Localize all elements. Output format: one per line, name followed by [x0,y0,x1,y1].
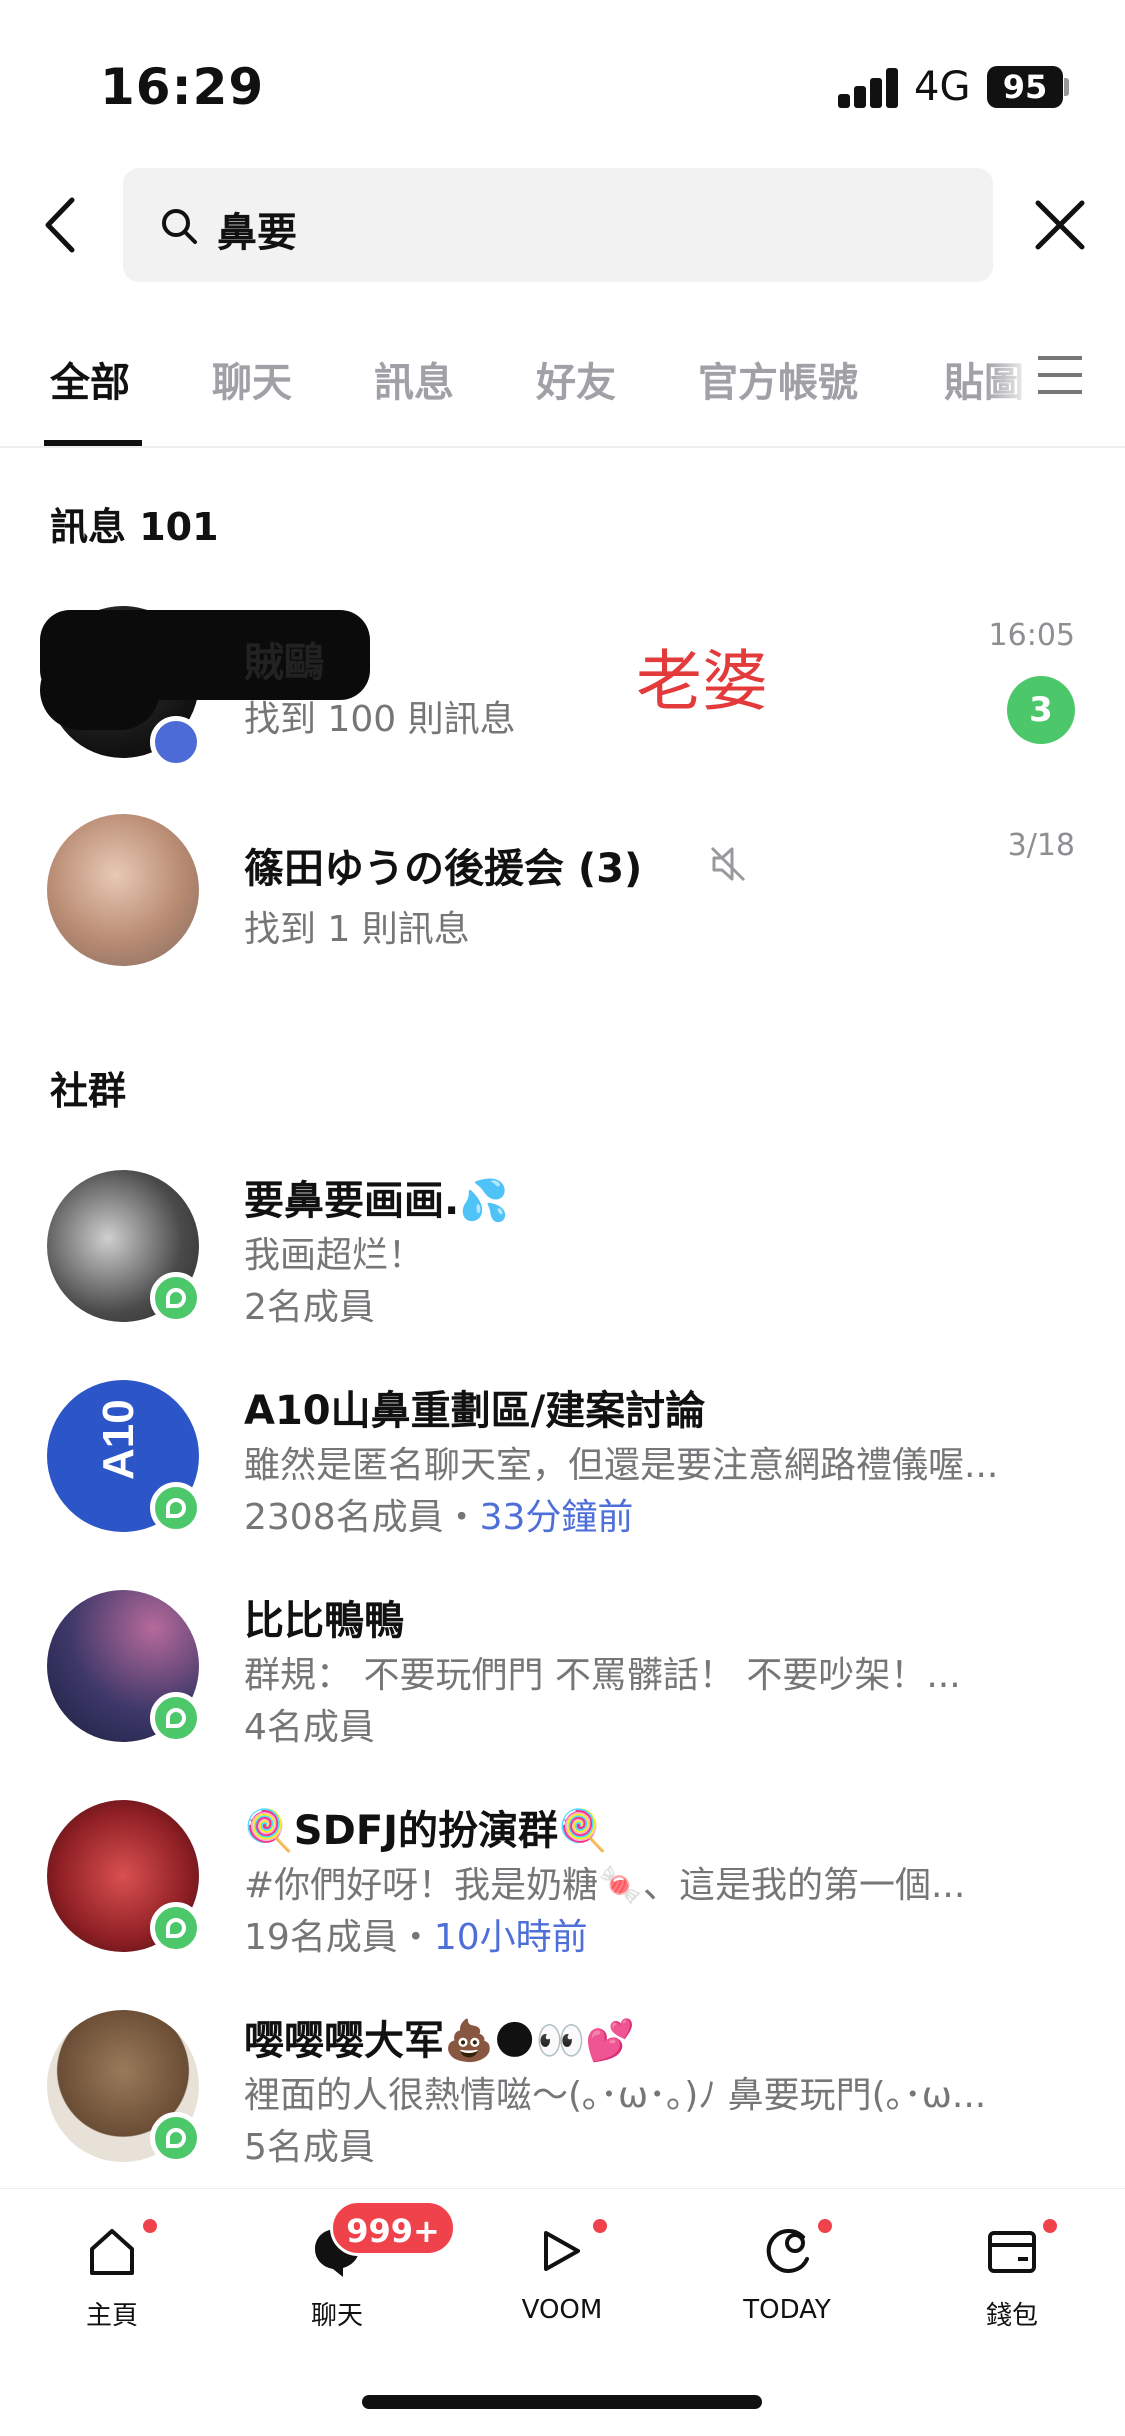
community-name: 🍭SDFJ的扮演群🍭 [244,1808,608,1854]
active-tab-indicator [44,440,142,446]
open-chat-badge [150,1902,202,1954]
avatar [47,814,199,966]
timestamp: 16:05 [988,618,1075,653]
section-title-communities: 社群 [50,1069,127,1113]
open-chat-badge [150,1482,202,1534]
last-activity: 33分鐘前 [479,1497,634,1538]
tab-label: VOOM [521,2295,603,2325]
message-result-row[interactable]: 賊鷗 找到 100 則訊息 16:05 3 [0,590,1125,770]
member-count-text: 2名成員 [244,1287,375,1328]
last-activity: 10小時前 [433,1917,588,1958]
community-description: 群規： 不要玩們門 不罵髒話！ 不要吵架！... [244,1655,961,1696]
tab-home[interactable]: 主頁 [37,2213,187,2333]
community-row[interactable]: 🍭SDFJ的扮演群🍭 #你們好呀！我是奶糖🍬、這是我的第一個... 19名成員・… [0,1790,1125,1990]
timestamp: 3/18 [1007,828,1075,863]
search-input[interactable]: 鼻要 [123,168,993,282]
member-count-text: 19名成員・ [244,1917,434,1958]
notification-dot [1043,2219,1057,2233]
community-description: 雖然是匿名聊天室，但還是要注意網路禮儀喔... [244,1445,999,1486]
chat-name: 篠田ゆうの後援会 (3) [244,846,643,892]
chevron-left-icon [45,197,75,253]
member-count: 2308名成員・33分鐘前 [244,1488,633,1540]
community-description: 我画超烂！ [244,1235,425,1276]
search-icon [162,209,197,244]
home-indicator[interactable] [362,2395,762,2409]
member-count-text: 5名成員 [244,2127,375,2168]
open-chat-badge [150,2112,202,2164]
member-count: 4名成員 [244,1698,375,1750]
member-count: 19名成員・10小時前 [244,1908,588,1960]
status-time: 16:29 [100,58,265,116]
community-row[interactable]: 嘤嘤嘤大军💩🌑👀💕 裡面的人很熱情嗞～(｡･ω･｡)ﾉ 鼻要玩門(｡･ω... … [0,2000,1125,2200]
handwritten-annotation: 老婆 [636,643,768,720]
battery-icon: 95 [987,66,1063,108]
community-name: 比比鴨鴨 [244,1598,404,1644]
community-name: 嘤嘤嘤大军💩🌑👀💕 [244,2018,636,2064]
search-query: 鼻要 [217,210,297,256]
profile-badge [150,716,202,768]
notification-dot [143,2219,157,2233]
community-description: #你們好呀！我是奶糖🍬、這是我的第一個... [244,1865,966,1906]
tab-label: 聊天 [310,2301,363,2331]
network-label: 4G [914,64,971,110]
chat-count-badge: 999+ [330,2200,456,2256]
open-chat-badge [150,1272,202,1324]
tab-official-accounts[interactable]: 官方帳號 [698,350,858,408]
member-count: 2名成員 [244,1278,375,1330]
open-chat-badge [150,1692,202,1744]
tab-fade [985,330,1035,440]
community-row[interactable]: A10 A10山鼻重劃區/建案討論 雖然是匿名聊天室，但還是要注意網路禮儀喔..… [0,1370,1125,1570]
community-description: 裡面的人很熱情嗞～(｡･ω･｡)ﾉ 鼻要玩門(｡･ω... [244,2075,987,2116]
member-count: 5名成員 [244,2118,375,2170]
member-count-text: 2308名成員・ [244,1497,480,1538]
status-bar: 16:29 4G 95 [0,0,1125,150]
tab-all[interactable]: 全部 [50,350,130,408]
community-name: A10山鼻重劃區/建案討論 [244,1388,706,1434]
wallet-icon [988,2231,1036,2273]
message-result-row[interactable]: 篠田ゆうの後援会 (3) 找到 1 則訊息 3/18 [0,800,1125,980]
notification-dot [593,2219,607,2233]
muted-speaker-icon [710,846,746,882]
notification-dot [818,2219,832,2233]
match-count: 找到 100 則訊息 [244,699,516,740]
chat-name: 賊鷗 [244,640,324,686]
close-icon [1035,200,1085,250]
community-name: 要鼻要画画.💦 [244,1178,509,1224]
svg-text:A10: A10 [94,1399,143,1480]
clear-search-button[interactable] [1030,190,1090,260]
redaction-mark [40,650,160,730]
tab-messages[interactable]: 訊息 [374,350,454,408]
unread-badge: 3 [1007,676,1075,744]
tab-label: 錢包 [985,2301,1038,2331]
home-icon [90,2229,134,2275]
signal-icon [838,68,900,108]
tab-friends[interactable]: 好友 [536,350,616,408]
tab-label: TODAY [743,2295,831,2325]
battery-tip [1064,78,1069,96]
match-count: 找到 1 則訊息 [244,909,470,950]
tab-today[interactable]: TODAY [712,2213,862,2333]
tab-voom[interactable]: VOOM [487,2213,637,2333]
tab-chats[interactable]: 聊天 [212,350,292,408]
tab-wallet[interactable]: 錢包 [937,2213,1087,2333]
menu-icon[interactable] [1038,352,1082,398]
section-title-messages: 訊息 101 [50,505,219,549]
back-button[interactable] [30,190,100,260]
member-count-text: 4名成員 [244,1707,375,1748]
community-row[interactable]: 要鼻要画画.💦 我画超烂！ 2名成員 [0,1160,1125,1360]
search-category-tabs: 全部 聊天 訊息 好友 官方帳號 貼圖 [0,330,1125,448]
community-row[interactable]: 比比鴨鴨 群規： 不要玩們門 不罵髒話！ 不要吵架！... 4名成員 [0,1580,1125,1780]
voom-icon [544,2231,580,2271]
today-icon [766,2229,809,2273]
tab-label: 主頁 [85,2301,138,2331]
